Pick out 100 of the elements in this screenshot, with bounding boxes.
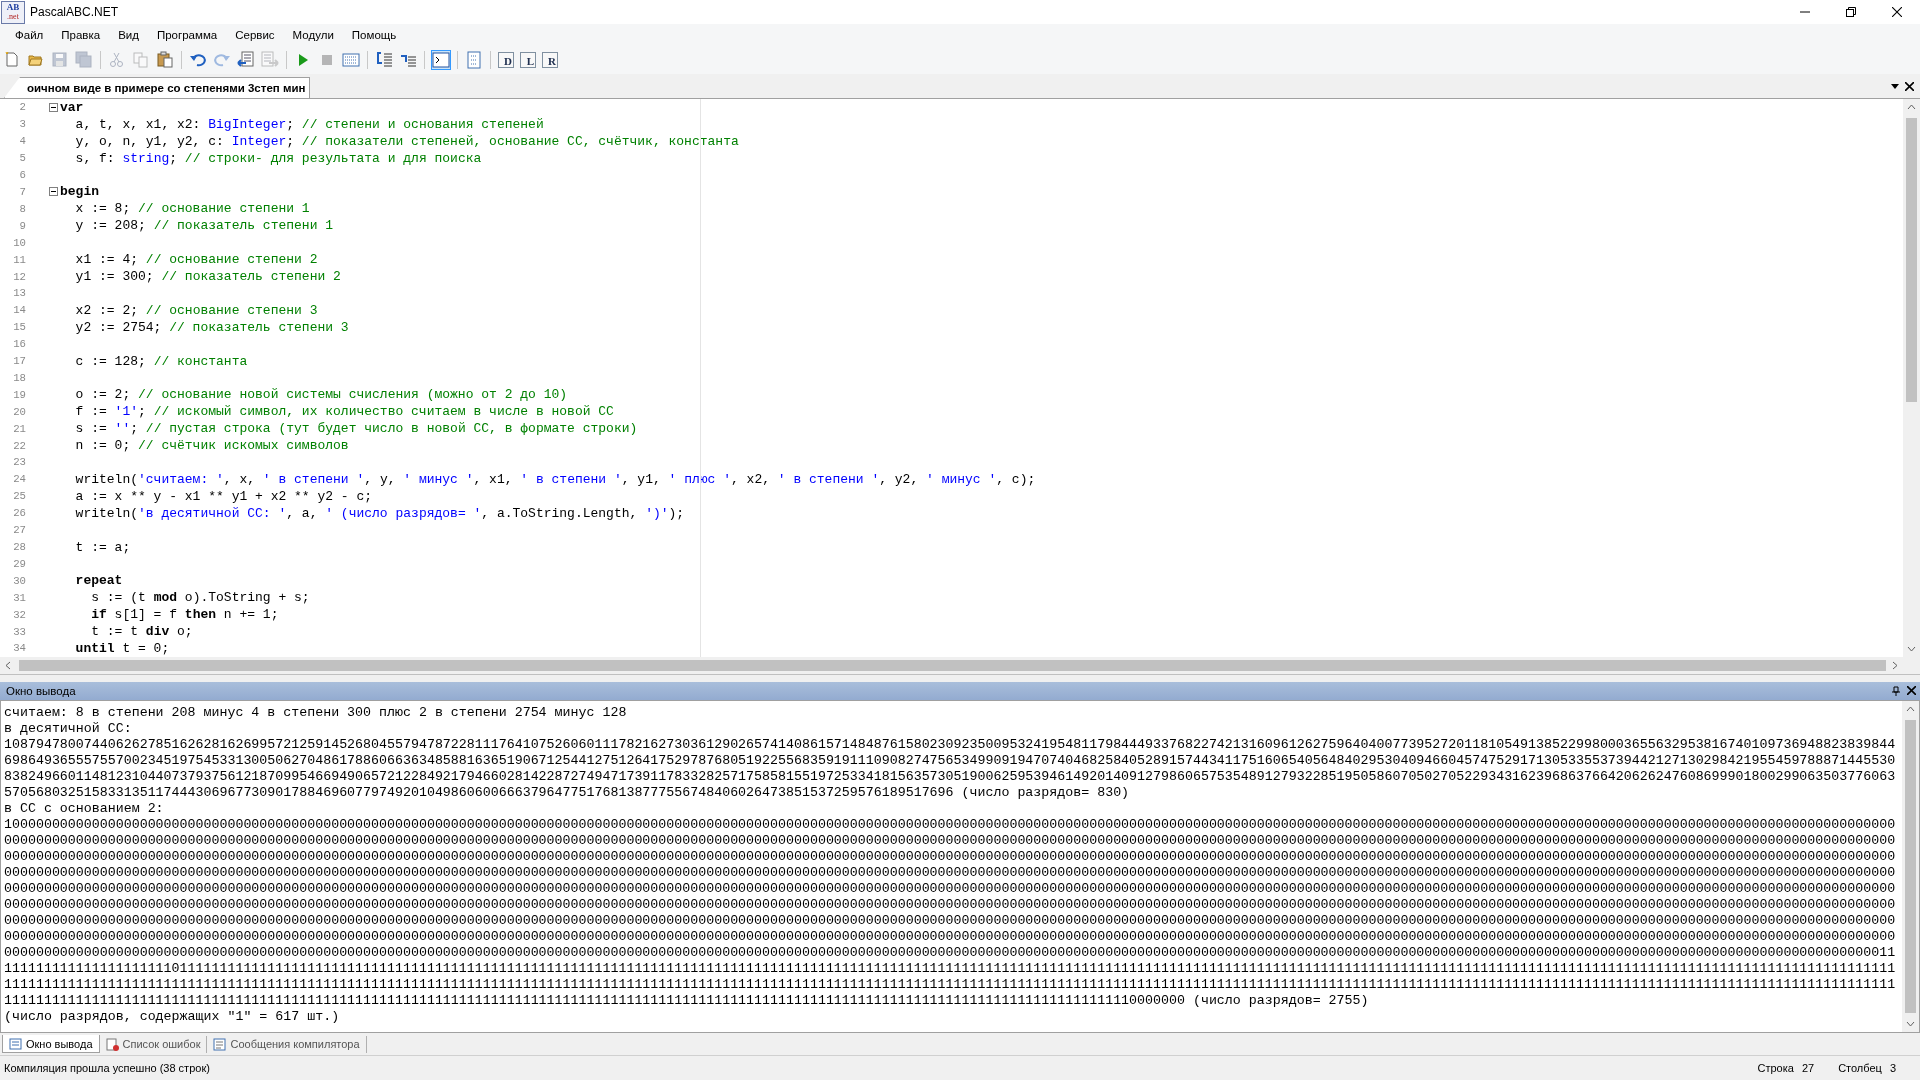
status-value: 3 bbox=[1889, 1062, 1896, 1074]
output-line: 111111111111111111111011111111111111111111111111111111111111111111111111111111111111111111111111111111111111111111111111111111111111111111111111111111111111111111111111111111111111111111111111111111111111111111111111111111111111111111111 bbox=[4, 961, 1897, 977]
status-message: Компиляция прошла успешно (38 строк) bbox=[4, 1062, 211, 1074]
code-line: a, t, x, x1, x2: BigInteger; // степени и основания степеней bbox=[74, 116, 544, 132]
code-line: c := 128; // константа bbox=[74, 353, 248, 369]
paste-icon[interactable] bbox=[155, 50, 175, 70]
line-number: 27 bbox=[12, 524, 27, 537]
output-line: 000000000000000000000000000000000000000000000000000000000000000000000000000000000000000000000000000000000000000000000000000000000000000000000000000000000000000000000000000000000000000000000000000000000000000000000000000000000000000000000 bbox=[4, 849, 1897, 865]
output-line: 000000000000000000000000000000000000000000000000000000000000000000000000000000000000000000000000000000000000000000000000000000000000000000000000000000000000000000000000000000000000000000000000000000000000000000000000000000000000000000011 bbox=[4, 945, 1897, 961]
output-line: 100000000000000000000000000000000000000000000000000000000000000000000000000000000000000000000000000000000000000000000000000000000000000000000000000000000000000000000000000000000000000000000000000000000000000000000000000000000000000000000 bbox=[4, 817, 1897, 833]
output-line: 000000000000000000000000000000000000000000000000000000000000000000000000000000000000000000000000000000000000000000000000000000000000000000000000000000000000000000000000000000000000000000000000000000000000000000000000000000000000000000000 bbox=[4, 913, 1897, 929]
output-line: 000000000000000000000000000000000000000000000000000000000000000000000000000000000000000000000000000000000000000000000000000000000000000000000000000000000000000000000000000000000000000000000000000000000000000000000000000000000000000000000 bbox=[4, 865, 1897, 881]
line-number: 17 bbox=[12, 355, 27, 368]
line-number: 12 bbox=[12, 270, 27, 283]
output-line: 111111111111111111111111111111111111111111111111111111111111111111111111111111111111111111111111111111111111111111111111111111111111111111111111111111111111111111111111111111111111111111111111111111111111111111111111111111111111111111111 bbox=[4, 977, 1897, 993]
line-number: 3 bbox=[18, 118, 27, 131]
document-letter-button[interactable]: D bbox=[498, 52, 514, 68]
code-line: s, f: string; // строки- для результата и для поиска bbox=[74, 150, 482, 166]
output-line: 57056803251583313511744430696773090178846960779749201049860600666379647751768138777556748406026473851537259576189517696 (число разрядов= 830) bbox=[4, 785, 1131, 801]
menu-item[interactable]: Файл bbox=[6, 26, 53, 44]
close-icon[interactable] bbox=[1907, 686, 1916, 695]
file-tab[interactable]: оичном виде в примере со степенями 3степ мин bbox=[4, 77, 311, 98]
document-icon bbox=[9, 1037, 22, 1050]
close-icon[interactable] bbox=[1892, 7, 1902, 17]
line-number: 19 bbox=[12, 388, 27, 401]
code-line: n := 0; // счётчик искомых символов bbox=[74, 438, 349, 454]
document-letter-button[interactable]: L bbox=[520, 52, 536, 68]
line-number: 23 bbox=[12, 456, 27, 469]
window-title: PascalABC.NET bbox=[30, 5, 120, 19]
code-line: t := t div o; bbox=[90, 624, 193, 640]
line-number: 6 bbox=[18, 169, 27, 182]
scroll-thumb[interactable] bbox=[1906, 118, 1917, 402]
menu-item[interactable]: Правка bbox=[52, 26, 110, 44]
line-number: 9 bbox=[18, 219, 27, 232]
code-line: y2 := 2754; // показатель степени 3 bbox=[74, 319, 349, 335]
code-line: s := (t mod o).ToString + s; bbox=[90, 590, 310, 606]
menu-item[interactable]: Помощь bbox=[342, 26, 406, 44]
code-line: until t = 0; bbox=[74, 640, 170, 656]
line-number: 24 bbox=[12, 473, 27, 486]
line-number: 31 bbox=[12, 591, 27, 604]
line-number: 2 bbox=[18, 101, 27, 114]
line-number: 7 bbox=[18, 186, 27, 198]
line-number: 8 bbox=[18, 202, 27, 215]
line-number: 25 bbox=[12, 490, 27, 503]
panel-tab[interactable]: Список ошибок bbox=[99, 1035, 208, 1053]
console-icon[interactable] bbox=[431, 50, 451, 70]
menu-item[interactable]: Сервис bbox=[226, 26, 284, 44]
error-list-icon bbox=[105, 1037, 119, 1051]
code-line: x2 := 2; // основание степени 3 bbox=[74, 302, 318, 318]
document-arrow-icon[interactable] bbox=[236, 50, 256, 70]
output-line: в десятичной СС: bbox=[4, 721, 133, 737]
code-line: begin bbox=[60, 184, 99, 200]
scroll-thumb[interactable] bbox=[1905, 720, 1916, 1013]
status-value: 27 bbox=[1801, 1062, 1815, 1074]
menu-item[interactable]: Вид bbox=[109, 26, 148, 44]
code-line: s := ''; // пустая строка (тут будет число в новой СС, в формате строки) bbox=[74, 421, 638, 437]
code-line: f := '1'; // искомый символ, их количество считаем в числе в новой СС bbox=[74, 404, 614, 420]
collapse-icon[interactable] bbox=[48, 187, 58, 197]
code-line: x := 8; // основание степени 1 bbox=[74, 201, 310, 217]
code-line: o := 2; // основание новой системы счисления (можно от 2 до 10) bbox=[74, 387, 568, 403]
page-icon[interactable] bbox=[464, 50, 484, 70]
line-number: 29 bbox=[12, 557, 27, 570]
dropdown-icon[interactable] bbox=[1891, 81, 1899, 90]
grid-icon[interactable] bbox=[341, 50, 361, 70]
menu-item[interactable]: Программа bbox=[147, 26, 227, 44]
panel-tab[interactable]: Сообщения компилятора bbox=[207, 1035, 367, 1053]
line-number: 22 bbox=[12, 439, 27, 452]
panel-title: Окно вывода bbox=[6, 685, 77, 697]
code-line: a := x ** y - x1 ** y1 + x2 ** y2 - c; bbox=[74, 488, 373, 504]
code-line: t := a; bbox=[74, 539, 131, 555]
output-line: 000000000000000000000000000000000000000000000000000000000000000000000000000000000000000000000000000000000000000000000000000000000000000000000000000000000000000000000000000000000000000000000000000000000000000000000000000000000000000000000 bbox=[4, 929, 1897, 945]
lines-arrow-icon[interactable] bbox=[374, 50, 394, 70]
close-icon[interactable] bbox=[1905, 81, 1914, 91]
document-letter-button[interactable]: R bbox=[542, 52, 558, 68]
panel-tab[interactable]: Окно вывода bbox=[2, 1035, 100, 1053]
code-line: if s[1] = f then n += 1; bbox=[90, 607, 279, 623]
output-line: в СС с основанием 2: bbox=[4, 801, 165, 817]
line-number: 16 bbox=[12, 338, 27, 351]
line-number: 20 bbox=[12, 405, 27, 418]
output-line: 108794780074406262785162628162699572125914526804557947872281117641075260601117821627303612902657414086157148487615802309235009532419548117984449337682274213160961262759640400773952720118105491385229980003655632953816740109736948823839844 bbox=[4, 737, 1897, 753]
output-line: считаем: 8 в степени 208 минус 4 в степени 300 плюс 2 в степени 2754 минус 128 bbox=[4, 705, 628, 721]
output-line: 000000000000000000000000000000000000000000000000000000000000000000000000000000000000000000000000000000000000000000000000000000000000000000000000000000000000000000000000000000000000000000000000000000000000000000000000000000000000000000000 bbox=[4, 833, 1897, 849]
code-line: y := 208; // показатель степени 1 bbox=[74, 218, 334, 234]
output-line: 000000000000000000000000000000000000000000000000000000000000000000000000000000000000000000000000000000000000000000000000000000000000000000000000000000000000000000000000000000000000000000000000000000000000000000000000000000000000000000000 bbox=[4, 897, 1897, 913]
line-number: 5 bbox=[18, 152, 27, 165]
line-number: 4 bbox=[18, 135, 27, 148]
line-number: 34 bbox=[12, 642, 27, 655]
code-line: var bbox=[60, 99, 84, 115]
line-number: 13 bbox=[12, 287, 27, 300]
menu-item[interactable]: Модули bbox=[283, 26, 343, 44]
line-number: 21 bbox=[12, 422, 27, 435]
line-number: 18 bbox=[12, 371, 27, 384]
line-number: 33 bbox=[12, 625, 27, 638]
pin-icon[interactable] bbox=[1891, 686, 1901, 696]
collapse-icon[interactable] bbox=[48, 102, 58, 112]
restore-icon[interactable] bbox=[1846, 7, 1856, 17]
document-icon bbox=[213, 1037, 227, 1051]
app-logo: AB .net bbox=[1, 0, 25, 24]
scroll-thumb[interactable] bbox=[19, 660, 1886, 671]
code-line: writeln('в десятичной СС: ', a, ' (число разрядов= ', a.ToString.Length, ')'); bbox=[74, 505, 685, 521]
